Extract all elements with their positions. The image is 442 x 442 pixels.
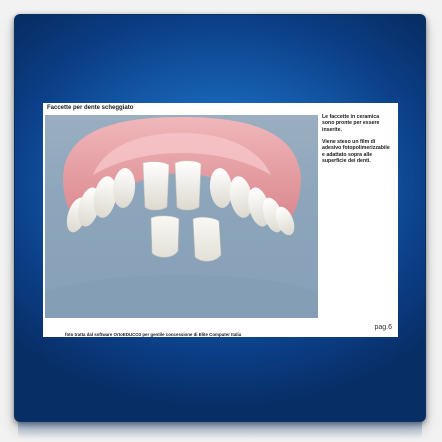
frame-reflection [18, 421, 422, 439]
photo-credit: foto tratta dal software OrtoEDUCO3 per … [65, 332, 242, 337]
teeth-veneers-image [45, 117, 318, 318]
page-number: pag.6 [374, 324, 392, 331]
description-panel: Le faccette in ceramica sono pronte per … [322, 114, 392, 170]
presentation-slide: Faccette per dente scheggiato Le faccett… [43, 103, 398, 337]
slide-title: Faccette per dente scheggiato [47, 105, 134, 111]
dental-illustration [45, 115, 318, 318]
description-paragraph-2: Viene steso un film di adesivo fotopolim… [322, 139, 390, 165]
description-paragraph-1: Le faccette in ceramica sono pronte per … [322, 114, 380, 133]
